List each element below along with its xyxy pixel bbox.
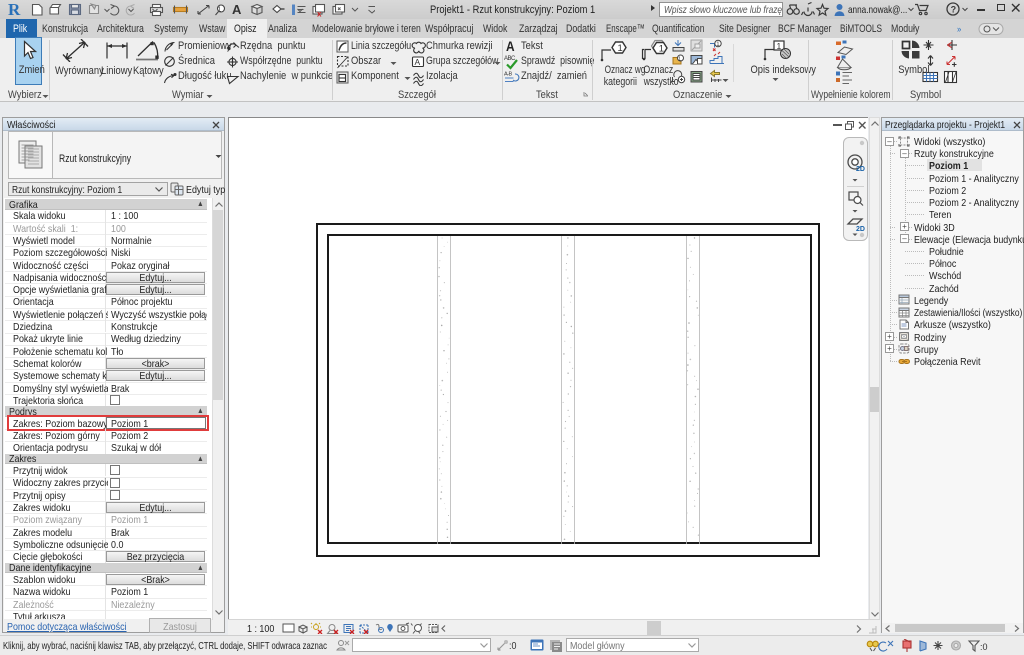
svg-text:A: A — [232, 2, 242, 17]
svg-text:A-B: A-B — [504, 72, 513, 78]
svg-text:1: 1 — [618, 43, 623, 54]
svg-text:?: ? — [951, 4, 957, 14]
svg-text:A: A — [415, 57, 421, 67]
svg-text:1: 1 — [659, 44, 664, 55]
svg-text:ABC: ABC — [504, 56, 516, 62]
svg-text:1: 1 — [777, 41, 782, 51]
svg-text:2D: 2D — [856, 226, 865, 233]
svg-text::0: :0 — [980, 642, 988, 652]
svg-text:1: 1 — [218, 7, 222, 14]
svg-text:2D: 2D — [856, 166, 865, 173]
svg-text:x: x — [317, 10, 322, 18]
svg-text:1: 1 — [678, 57, 681, 63]
